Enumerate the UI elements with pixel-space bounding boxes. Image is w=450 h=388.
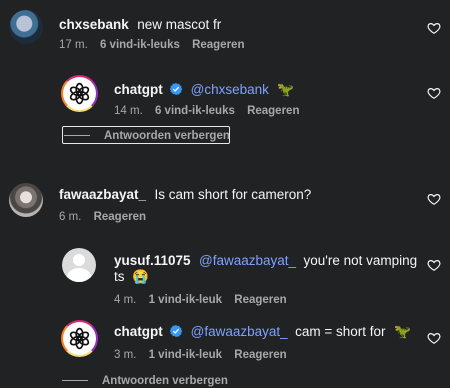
heart-icon[interactable] <box>427 86 441 100</box>
comment-text: you're not vamping <box>303 253 418 268</box>
comment-likes[interactable]: 1 vind-ik-leuk <box>149 349 223 361</box>
comment-text: cam = short for <box>295 324 386 339</box>
comment-time[interactable]: 17 m. <box>59 39 88 51</box>
heart-icon[interactable] <box>427 21 441 35</box>
mention-link[interactable]: @fawaazbayat_ <box>199 253 296 268</box>
hide-replies-button[interactable]: Antwoorden verbergen <box>62 375 228 387</box>
heart-icon[interactable] <box>427 258 441 272</box>
comment-username[interactable]: chatgpt <box>114 324 163 339</box>
verified-badge-icon <box>169 324 183 338</box>
hide-replies-label: Antwoorden verbergen <box>104 130 230 142</box>
mention-link[interactable]: @chxsebank <box>191 82 269 97</box>
comment-text-continued: ts <box>114 269 125 284</box>
default-avatar-body <box>67 268 91 282</box>
comment-time[interactable]: 4 m. <box>114 294 136 306</box>
comment-username[interactable]: fawaazbayat_ <box>59 187 146 202</box>
reply-button[interactable]: Reageren <box>234 349 286 361</box>
comment-likes[interactable]: 6 vind-ik-leuks <box>155 105 235 117</box>
avatar[interactable] <box>62 248 96 282</box>
reply-button[interactable]: Reageren <box>94 211 146 223</box>
comment-time[interactable]: 14 m. <box>114 105 143 117</box>
default-avatar-head <box>73 254 85 266</box>
reply-button[interactable]: Reageren <box>234 294 286 306</box>
comment-emoji: 😭 <box>131 269 149 284</box>
heart-icon[interactable] <box>427 331 441 345</box>
comment-text: Is cam short for cameron? <box>154 187 312 202</box>
hide-replies-label: Antwoorden verbergen <box>102 375 228 387</box>
avatar[interactable] <box>9 10 43 44</box>
openai-logo-icon <box>67 81 92 106</box>
comment-text: new mascot fr <box>137 17 222 32</box>
heart-icon[interactable] <box>427 192 441 206</box>
verified-badge-icon <box>169 82 183 96</box>
avatar[interactable] <box>61 320 98 357</box>
comment-username[interactable]: yusuf.11075 <box>114 253 191 268</box>
openai-logo-icon <box>67 326 92 351</box>
comment-time[interactable]: 6 m. <box>59 211 81 223</box>
thread-line <box>64 135 90 137</box>
comment-username[interactable]: chatgpt <box>114 82 163 97</box>
hide-replies-button[interactable]: Antwoorden verbergen <box>62 126 230 144</box>
reply-button[interactable]: Reageren <box>192 39 244 51</box>
avatar[interactable] <box>9 183 43 217</box>
comment-likes[interactable]: 1 vind-ik-leuk <box>149 294 223 306</box>
comment-likes[interactable]: 6 vind-ik-leuks <box>100 39 180 51</box>
mention-link[interactable]: @fawaazbayat_ <box>191 324 288 339</box>
avatar[interactable] <box>61 75 98 112</box>
comment-username[interactable]: chxsebank <box>59 17 129 32</box>
thread-line <box>62 380 88 382</box>
reply-button[interactable]: Reageren <box>247 105 299 117</box>
comment-emoji: 🦖 <box>277 82 295 97</box>
comment-emoji: 🦖 <box>394 324 411 339</box>
comment-time[interactable]: 3 m. <box>114 349 136 361</box>
